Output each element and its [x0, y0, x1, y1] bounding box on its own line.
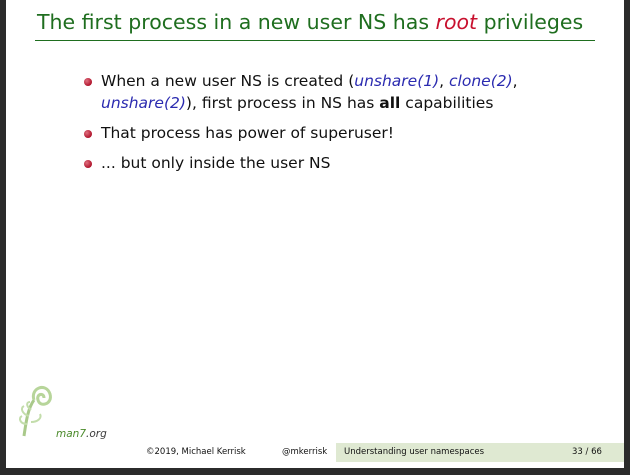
- man7-logo-text: man7.org: [56, 428, 107, 440]
- footer-copyright: ©2019, Michael Kerrisk: [146, 447, 246, 457]
- separator: ,: [512, 72, 518, 90]
- bullet-text: When a new user NS is created (: [101, 72, 355, 90]
- footer-section-band: Understanding user namespaces 33 / 66: [336, 443, 624, 462]
- bullet-item: ... but only inside the user NS: [84, 152, 604, 174]
- title-suffix: privileges: [477, 10, 584, 34]
- fern-fiddlehead-icon: [18, 385, 52, 437]
- footer-page-number: 33 / 66: [572, 447, 602, 457]
- footer-section-title: Understanding user namespaces: [344, 447, 485, 457]
- separator: ,: [439, 72, 450, 90]
- title-prefix: The first process in a new user NS has: [37, 10, 436, 34]
- man-ref-unshare2: unshare(2): [101, 94, 186, 112]
- bullet-text: That process has power of superuser!: [101, 124, 394, 142]
- logo-domain: .org: [86, 428, 107, 440]
- bold-text: all: [379, 94, 401, 112]
- bullet-dot-icon: [84, 130, 92, 138]
- footer-handle: @mkerrisk: [282, 447, 328, 457]
- bullet-text: ... but only inside the user NS: [101, 154, 331, 172]
- title-rule: [35, 40, 595, 41]
- slide-title: The first process in a new user NS has r…: [37, 10, 583, 34]
- slide: The first process in a new user NS has r…: [6, 0, 624, 468]
- man-ref-clone2: clone(2): [449, 72, 513, 90]
- bullet-item: That process has power of superuser!: [84, 122, 604, 144]
- bullet-dot-icon: [84, 160, 92, 168]
- footer: ©2019, Michael Kerrisk @mkerrisk Underst…: [6, 443, 624, 462]
- bullet-item: When a new user NS is created (unshare(1…: [84, 70, 604, 114]
- bullet-text: capabilities: [400, 94, 494, 112]
- bullet-dot-icon: [84, 78, 92, 86]
- logo-name: man7: [56, 428, 86, 440]
- man-ref-unshare1: unshare(1): [354, 72, 440, 90]
- bullet-text: ), first process in NS has: [185, 94, 380, 112]
- title-emphasis: root: [435, 10, 478, 34]
- bullet-list: When a new user NS is created (unshare(1…: [84, 70, 604, 182]
